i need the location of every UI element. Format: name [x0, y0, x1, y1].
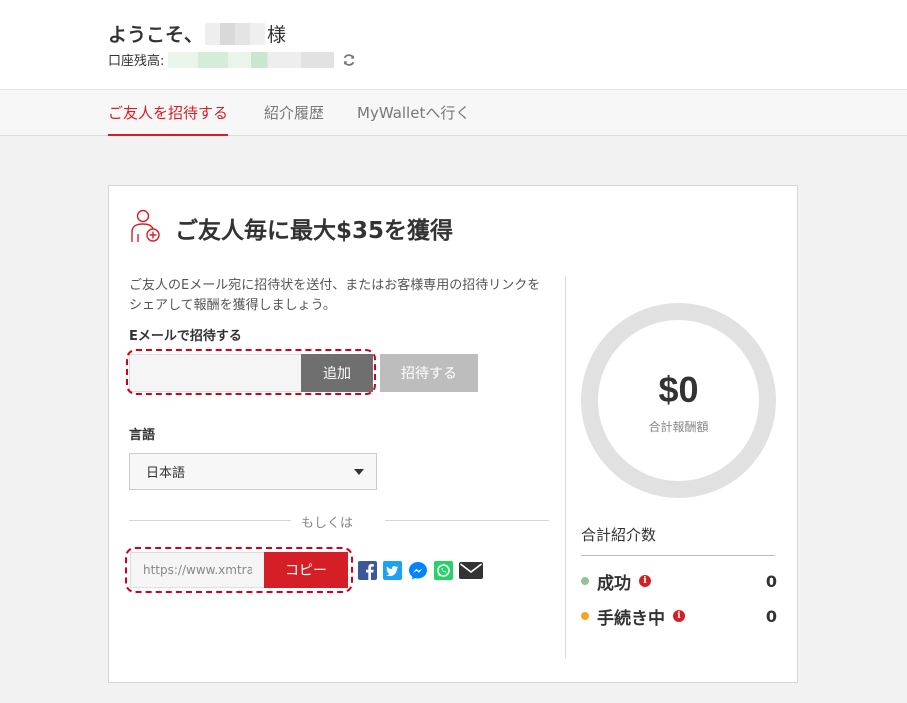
tab-mywallet[interactable]: MyWalletへ行く	[357, 102, 470, 123]
blurred-balance-value	[168, 51, 335, 68]
refresh-icon[interactable]	[342, 53, 356, 67]
copy-link-button[interactable]: コピー	[264, 552, 348, 588]
welcome-prefix: ようこそ、	[108, 24, 204, 46]
email-input[interactable]	[129, 354, 301, 392]
send-invite-button[interactable]: 招待する	[380, 354, 478, 392]
pending-status-dot	[581, 612, 589, 620]
language-selected-value: 日本語	[146, 466, 186, 481]
info-icon[interactable]: i	[673, 610, 685, 622]
language-label: 言語	[129, 428, 156, 443]
referral-link-input[interactable]	[130, 552, 264, 588]
success-status-dot	[581, 577, 589, 585]
balance-label: 口座残高:	[108, 54, 165, 69]
stat-label: 手続き中	[597, 608, 665, 629]
panel-divider	[565, 276, 566, 658]
language-select[interactable]: 日本語	[129, 453, 377, 490]
stat-label: 成功	[597, 573, 631, 594]
divider-right	[385, 520, 549, 521]
total-referrals-label: 合計紹介数	[581, 526, 657, 544]
blurred-username	[205, 22, 266, 45]
total-reward-amount: $0	[658, 369, 699, 410]
referral-card: ご友人毎に最大$35を獲得 ご友人のEメール宛に招待状を送付、またはお客様専用の…	[108, 185, 798, 683]
tab-bar: ご友人を招待する 紹介履歴 MyWalletへ行く	[0, 89, 907, 136]
referral-person-icon	[129, 208, 163, 244]
add-email-button[interactable]: 追加	[301, 354, 373, 392]
page-header: ようこそ、 様 口座残高:	[0, 0, 907, 89]
stat-row-success: 成功 i 0	[581, 570, 777, 594]
stat-count: 0	[765, 606, 777, 626]
email-icon[interactable]	[459, 561, 483, 580]
divider-left	[129, 520, 291, 521]
referral-link-group: コピー	[130, 552, 348, 588]
messenger-icon[interactable]	[408, 561, 428, 580]
welcome-suffix: 様	[267, 24, 287, 46]
or-separator-text: もしくは	[301, 516, 354, 531]
whatsapp-icon[interactable]	[434, 561, 453, 580]
facebook-icon[interactable]	[358, 561, 377, 580]
total-referrals-rule	[581, 555, 775, 556]
share-icons	[358, 561, 489, 580]
twitter-icon[interactable]	[383, 561, 402, 580]
invite-description: ご友人のEメール宛に招待状を送付、またはお客様専用の招待リンクをシェアして報酬を…	[129, 278, 541, 313]
card-title: ご友人毎に最大$35を獲得	[175, 218, 454, 244]
account-balance: 口座残高:	[108, 50, 356, 69]
info-icon[interactable]: i	[639, 575, 651, 587]
total-reward-label: 合計報酬額	[648, 420, 709, 434]
tab-referral-history[interactable]: 紹介履歴	[264, 102, 324, 123]
tab-invite-friends[interactable]: ご友人を招待する	[108, 102, 229, 136]
email-input-group: 追加	[129, 354, 373, 392]
stat-count: 0	[765, 571, 777, 591]
caret-down-icon	[354, 469, 364, 475]
email-invite-label: Eメールで招待する	[129, 329, 242, 344]
stat-row-pending: 手続き中 i 0	[581, 605, 777, 629]
welcome-message: ようこそ、 様	[108, 20, 286, 47]
